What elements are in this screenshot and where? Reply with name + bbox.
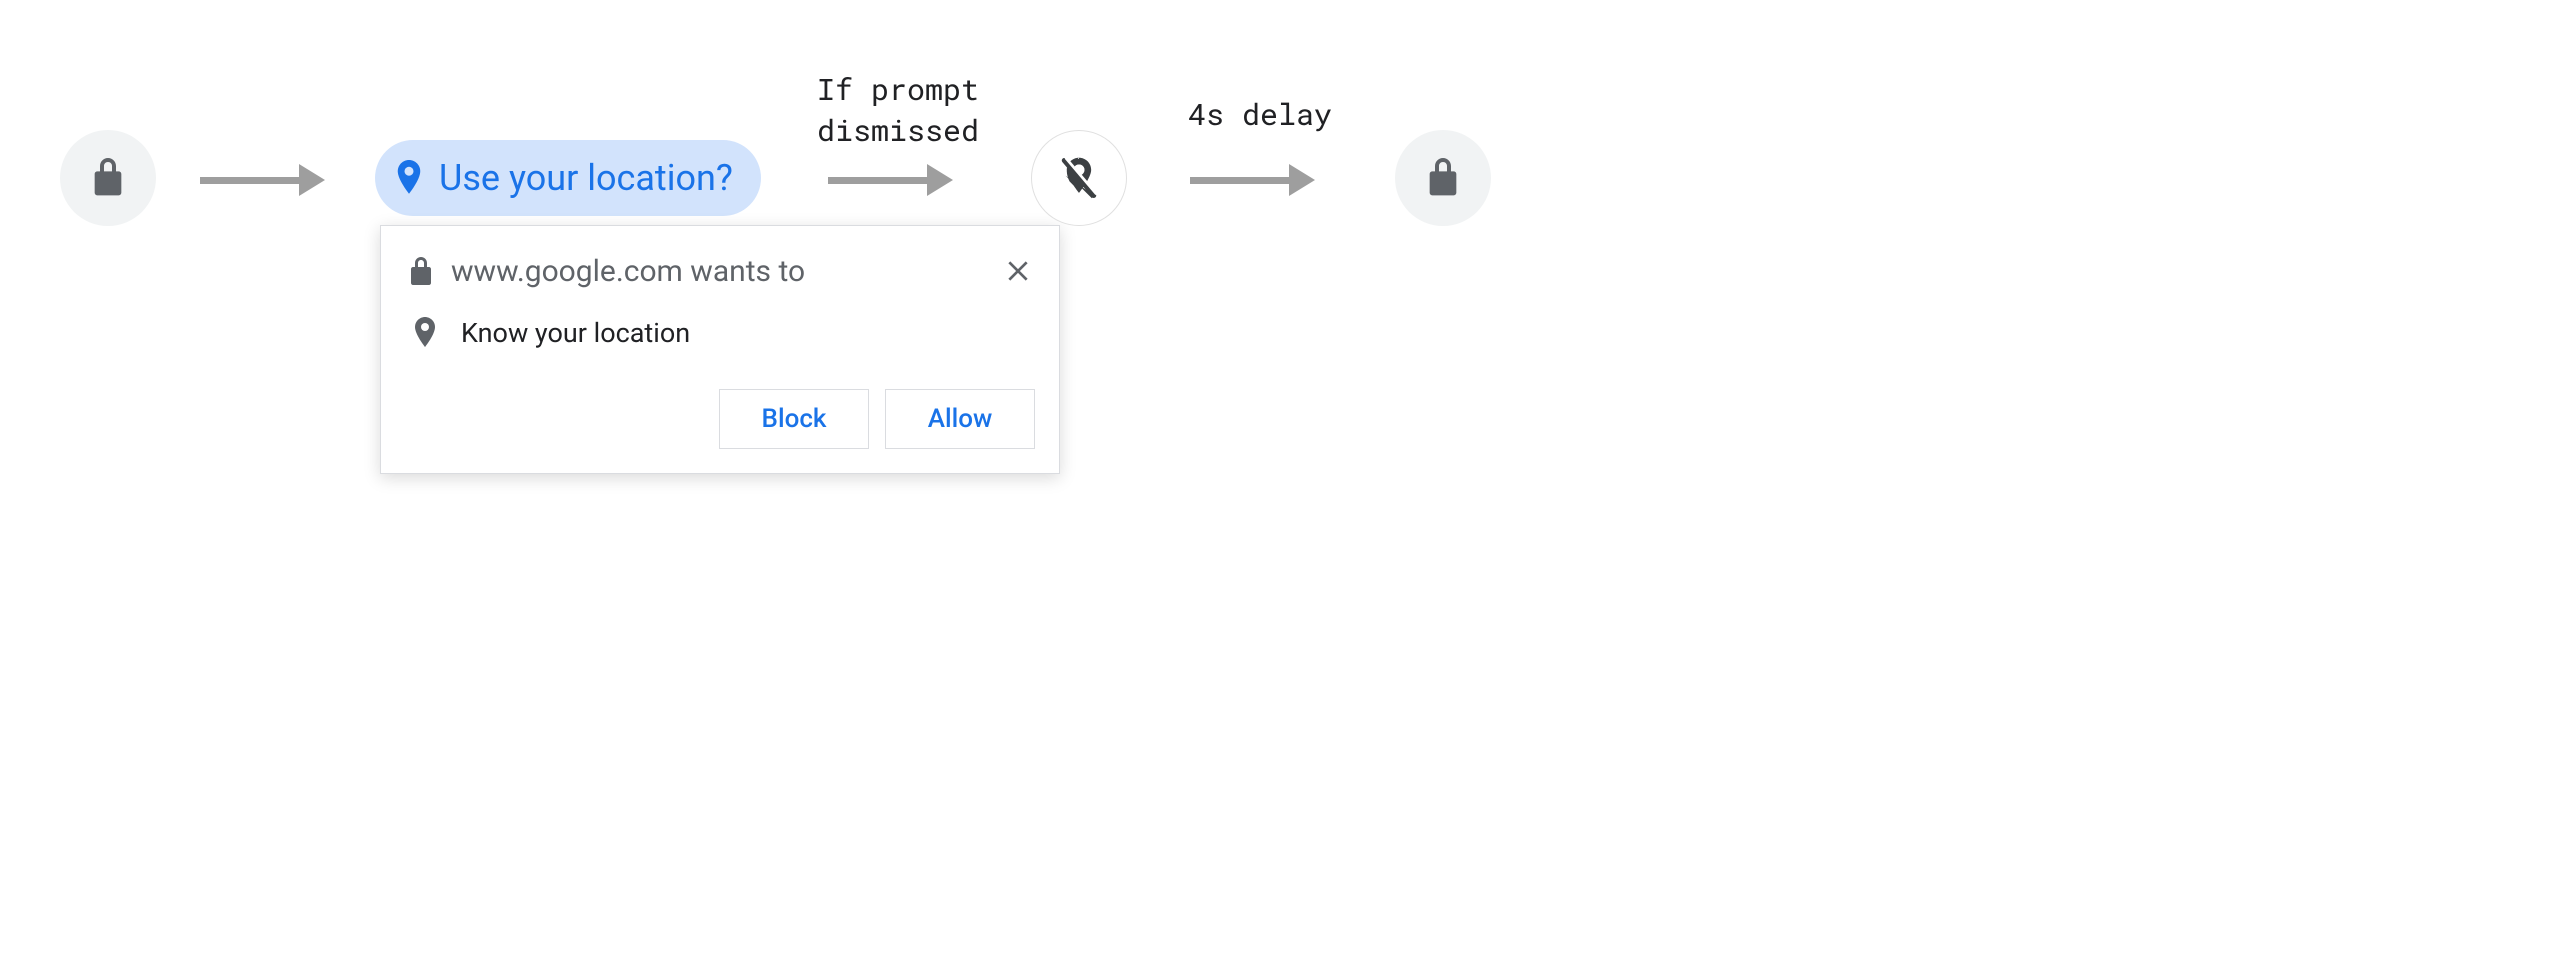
location-prompt-chip[interactable]: Use your location? — [375, 140, 761, 216]
dialog-title: www.google.com wants to — [451, 254, 983, 289]
location-blocked-state-icon — [1031, 130, 1127, 226]
location-pin-icon — [413, 317, 437, 349]
lock-icon — [92, 158, 124, 198]
lock-icon — [409, 257, 433, 287]
arrow-2 — [828, 164, 953, 196]
location-off-icon — [1059, 155, 1099, 201]
lock-state-icon-initial — [60, 130, 156, 226]
caption-delay: 4s delay — [1188, 95, 1332, 136]
lock-state-icon-final — [1395, 130, 1491, 226]
close-icon[interactable] — [1001, 254, 1035, 288]
location-pin-icon — [395, 160, 423, 196]
caption-dismissed: If prompt dismissed — [817, 70, 979, 151]
permission-row-label: Know your location — [461, 317, 690, 349]
permission-dialog: www.google.com wants to Know your locati… — [380, 225, 1060, 474]
chip-label: Use your location? — [439, 157, 733, 199]
block-button[interactable]: Block — [719, 389, 869, 449]
arrow-1 — [200, 164, 325, 196]
allow-button[interactable]: Allow — [885, 389, 1035, 449]
arrow-3 — [1190, 164, 1315, 196]
lock-icon — [1427, 158, 1459, 198]
